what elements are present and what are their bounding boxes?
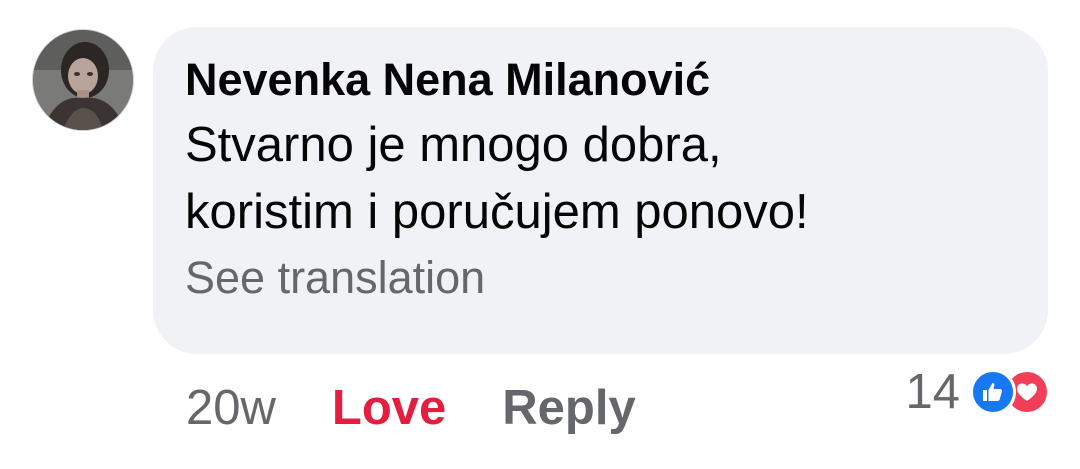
comment-timestamp[interactable]: 20w bbox=[186, 380, 276, 436]
comment-text: Stvarno je mnogo dobra, koristim i poruč… bbox=[185, 112, 1016, 246]
avatar[interactable] bbox=[32, 29, 134, 131]
comment-actions: 20w Love Reply bbox=[186, 378, 636, 438]
reply-button[interactable]: Reply bbox=[502, 380, 635, 436]
comment-author[interactable]: Nevenka Nena Milanović bbox=[185, 52, 1016, 108]
reaction-summary[interactable]: 14 bbox=[905, 365, 1050, 419]
comment-text-line: koristim i poručujem ponovo! bbox=[185, 185, 809, 239]
profile-photo bbox=[33, 30, 133, 130]
reaction-icons bbox=[970, 369, 1050, 415]
comment-text-line: Stvarno je mnogo dobra, bbox=[185, 118, 722, 172]
reaction-count: 14 bbox=[905, 365, 960, 419]
love-button[interactable]: Love bbox=[332, 380, 446, 436]
like-icon bbox=[970, 369, 1016, 415]
see-translation-link[interactable]: See translation bbox=[185, 250, 1016, 306]
comment-bubble: Nevenka Nena Milanović Stvarno je mnogo … bbox=[153, 27, 1048, 354]
